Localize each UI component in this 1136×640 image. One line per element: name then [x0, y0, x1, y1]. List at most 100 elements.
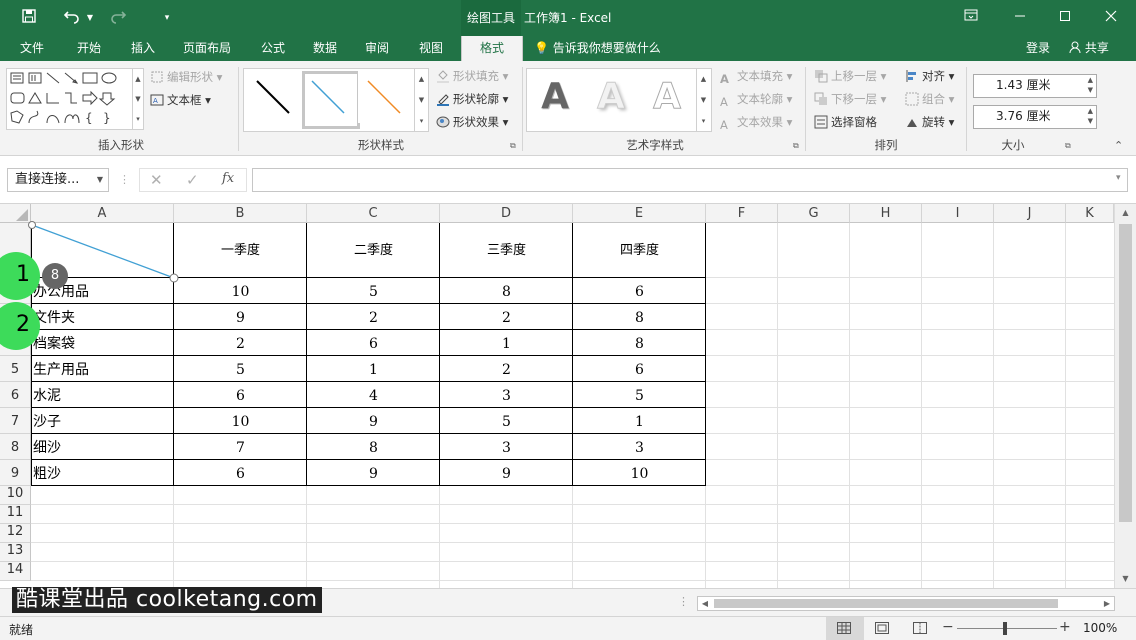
wordart-style-1[interactable]: A: [529, 70, 581, 124]
wordart-style-3[interactable]: A: [641, 70, 693, 124]
shape-height-input[interactable]: 1.43 厘米 ▲ ▼: [973, 74, 1097, 98]
tab-review[interactable]: 审阅: [354, 36, 400, 61]
shape-style-blue-selected[interactable]: [302, 71, 360, 129]
tab-format[interactable]: 格式: [461, 36, 523, 61]
tab-data[interactable]: 数据: [302, 36, 348, 61]
category-cell[interactable]: 水泥: [33, 382, 174, 408]
tab-file[interactable]: 文件: [8, 36, 56, 61]
row-header-10[interactable]: 10: [0, 486, 31, 505]
quarter-header-cell[interactable]: 三季度: [440, 223, 573, 278]
value-cell[interactable]: 8: [573, 304, 706, 330]
shape-fill-button[interactable]: 形状填充 ▾: [436, 66, 508, 86]
maximize-icon[interactable]: [1057, 8, 1073, 28]
wordart-gallery-scroll[interactable]: ▲ ▼ ▾: [696, 69, 710, 131]
close-icon[interactable]: [1103, 8, 1119, 28]
row-header-5[interactable]: 5: [0, 356, 31, 382]
quarter-header-cell[interactable]: 四季度: [573, 223, 706, 278]
value-cell[interactable]: 6: [573, 278, 706, 304]
value-cell[interactable]: 5: [174, 356, 307, 382]
value-cell[interactable]: 8: [307, 434, 440, 460]
select-all-corner[interactable]: [0, 204, 31, 223]
redo-icon[interactable]: [108, 8, 128, 28]
value-cell[interactable]: 6: [573, 356, 706, 382]
cancel-formula-icon[interactable]: ✕: [150, 171, 163, 189]
column-header-i[interactable]: I: [922, 204, 994, 223]
vertical-scroll-thumb[interactable]: [1119, 224, 1132, 522]
tab-page-layout[interactable]: 页面布局: [172, 36, 242, 61]
value-cell[interactable]: 2: [174, 330, 307, 356]
row-header-6[interactable]: 6: [0, 382, 31, 408]
category-cell[interactable]: 文件夹: [33, 304, 174, 330]
tell-me-search[interactable]: 💡 告诉我你想要做什么: [534, 36, 674, 61]
shape-style-gallery-scroll[interactable]: ▲ ▼ ▾: [414, 69, 428, 131]
horizontal-scroll-thumb[interactable]: [714, 599, 1058, 608]
tab-formulas[interactable]: 公式: [248, 36, 298, 61]
shape-gallery[interactable]: { } ▲ ▼ ▾: [6, 68, 144, 130]
value-cell[interactable]: 8: [440, 278, 573, 304]
collapse-ribbon-icon[interactable]: ⌃: [1114, 139, 1123, 152]
height-spinner-icon[interactable]: ▲ ▼: [1088, 75, 1093, 95]
value-cell[interactable]: 2: [440, 304, 573, 330]
text-effects-button[interactable]: A 文本效果 ▾: [720, 112, 792, 132]
value-cell[interactable]: 6: [174, 382, 307, 408]
value-cell[interactable]: 6: [307, 330, 440, 356]
value-cell[interactable]: 6: [174, 460, 307, 486]
tab-view[interactable]: 视图: [408, 36, 454, 61]
scroll-right-icon[interactable]: ▶: [1100, 597, 1114, 610]
category-cell[interactable]: 粗沙: [33, 460, 174, 486]
quarter-header-cell[interactable]: 一季度: [174, 223, 307, 278]
undo-icon[interactable]: [62, 8, 82, 28]
row-header-7[interactable]: 7: [0, 408, 31, 434]
shape-effects-button[interactable]: 形状效果 ▾: [436, 112, 508, 132]
value-cell[interactable]: 5: [573, 382, 706, 408]
insert-function-icon[interactable]: fx: [222, 171, 234, 186]
category-cell[interactable]: 生产用品: [33, 356, 174, 382]
column-header-b[interactable]: B: [174, 204, 307, 223]
wordart-launcher-icon[interactable]: ⧉: [793, 141, 802, 150]
column-header-c[interactable]: C: [307, 204, 440, 223]
expand-formula-bar-icon[interactable]: ▾: [1116, 173, 1121, 183]
selection-pane-button[interactable]: 选择窗格: [814, 112, 877, 132]
column-header-j[interactable]: J: [994, 204, 1066, 223]
value-cell[interactable]: 3: [440, 434, 573, 460]
send-backward-button[interactable]: 下移一层 ▾: [814, 89, 886, 109]
value-cell[interactable]: 7: [174, 434, 307, 460]
value-cell[interactable]: 9: [174, 304, 307, 330]
name-box[interactable]: 直接连接... ▼: [7, 168, 109, 192]
ribbon-display-icon[interactable]: [963, 8, 979, 28]
shape-outline-button[interactable]: 形状轮廓 ▾: [436, 89, 508, 109]
value-cell[interactable]: 10: [174, 408, 307, 434]
page-break-view-icon[interactable]: [913, 622, 927, 637]
save-icon[interactable]: [20, 8, 38, 28]
worksheet-grid[interactable]: ABCDEFGHIJK 1234567891011121314 一季度二季度三季…: [0, 204, 1136, 588]
value-cell[interactable]: 2: [440, 356, 573, 382]
text-fill-button[interactable]: A 文本填充 ▾: [720, 66, 792, 86]
value-cell[interactable]: 1: [307, 356, 440, 382]
category-cell[interactable]: 沙子: [33, 408, 174, 434]
value-cell[interactable]: 3: [573, 434, 706, 460]
zoom-level[interactable]: 100%: [1083, 621, 1117, 635]
zoom-in-icon[interactable]: +: [1059, 619, 1071, 635]
value-cell[interactable]: 8: [573, 330, 706, 356]
scroll-down-icon[interactable]: ▼: [1115, 574, 1136, 586]
value-cell[interactable]: 5: [307, 278, 440, 304]
column-header-f[interactable]: F: [706, 204, 778, 223]
value-cell[interactable]: 2: [307, 304, 440, 330]
quarter-header-cell[interactable]: 二季度: [307, 223, 440, 278]
value-cell[interactable]: 10: [174, 278, 307, 304]
page-layout-view-icon[interactable]: [875, 622, 889, 637]
zoom-slider-track[interactable]: [957, 628, 1057, 629]
login-link[interactable]: 登录: [1022, 36, 1054, 61]
width-spinner-icon[interactable]: ▲ ▼: [1088, 106, 1093, 126]
group-button[interactable]: 组合 ▾: [905, 89, 954, 109]
size-launcher-icon[interactable]: ⧉: [1065, 141, 1074, 150]
share-button[interactable]: 共享: [1064, 36, 1114, 61]
value-cell[interactable]: 9: [440, 460, 573, 486]
minimize-icon[interactable]: [1012, 8, 1028, 28]
row-header-12[interactable]: 12: [0, 524, 31, 543]
row-header-9[interactable]: 9: [0, 460, 31, 486]
bring-forward-button[interactable]: 上移一层 ▾: [814, 66, 886, 86]
column-header-g[interactable]: G: [778, 204, 850, 223]
value-cell[interactable]: 1: [440, 330, 573, 356]
column-header-k[interactable]: K: [1066, 204, 1114, 223]
